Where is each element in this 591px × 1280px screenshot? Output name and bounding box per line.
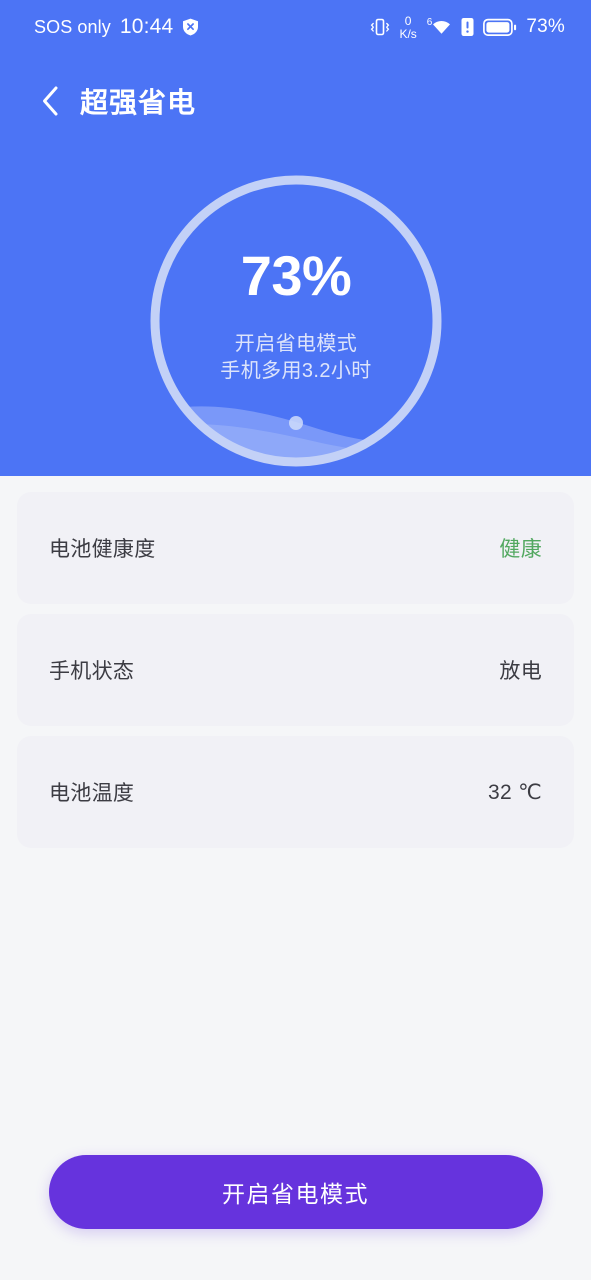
chevron-left-icon: [40, 85, 60, 117]
title-bar: 超强省电: [0, 66, 591, 136]
enable-power-saving-button[interactable]: 开启省电模式: [48, 1155, 543, 1229]
info-row-value: 健康: [499, 538, 542, 561]
clock-label: 10:44: [119, 15, 174, 38]
network-speed-value: 0: [404, 13, 412, 28]
info-row-label: 电池健康度: [49, 538, 156, 561]
battery-icon: [483, 18, 517, 37]
cta-container: 开启省电模式: [0, 1155, 591, 1229]
status-bar: SOS only 10:44 0 K/s 6 73%: [0, 0, 591, 54]
battery-percent-label: 73%: [526, 16, 565, 37]
info-row-phone-status[interactable]: 手机状态 放电: [17, 614, 574, 726]
network-speed-indicator: 0 K/s: [399, 15, 416, 40]
vibrate-icon: [370, 16, 390, 38]
info-row-battery-health[interactable]: 电池健康度 健康: [17, 492, 574, 604]
info-row-label: 电池温度: [49, 782, 135, 805]
shield-x-icon: [182, 18, 199, 36]
wifi-icon: [431, 17, 452, 37]
page-title: 超强省电: [80, 87, 197, 118]
header-panel: SOS only 10:44 0 K/s 6 73% 超强省电 73% 开启省电…: [0, 0, 591, 476]
info-card-list: 电池健康度 健康 手机状态 放电 电池温度 32 ℃: [17, 492, 574, 858]
carrier-label: SOS only: [34, 16, 111, 37]
back-button[interactable]: [28, 79, 72, 123]
info-row-battery-temperature[interactable]: 电池温度 32 ℃: [17, 736, 574, 848]
info-row-value: 32 ℃: [488, 780, 542, 804]
battery-gauge: 73% 开启省电模式 手机多用3.2小时: [149, 174, 443, 468]
network-speed-unit: K/s: [399, 26, 417, 41]
wifi-indicator: 6: [427, 17, 453, 37]
info-row-label: 手机状态: [49, 660, 135, 683]
status-bar-left: SOS only 10:44: [34, 15, 199, 39]
alert-exclamation-icon: [461, 17, 474, 37]
status-bar-right: 0 K/s 6 73%: [370, 15, 565, 40]
gauge-bubble-dot: [289, 416, 303, 430]
info-row-value: 放电: [499, 660, 542, 683]
